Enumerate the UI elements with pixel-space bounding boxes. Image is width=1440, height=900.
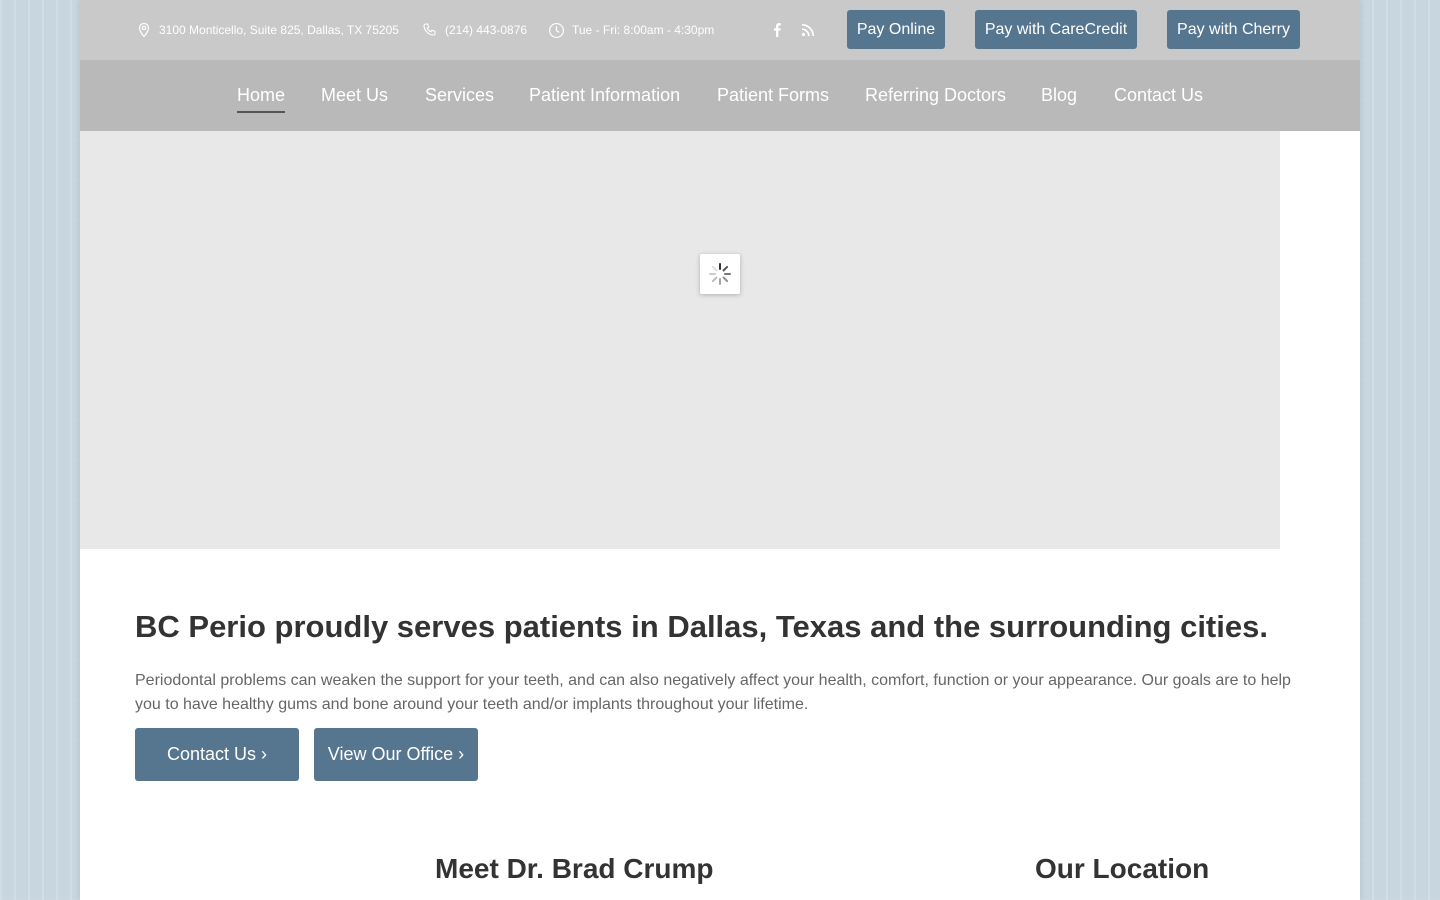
meet-doctor-title: Meet Dr. Brad Crump — [435, 853, 714, 884]
top-bar: 3100 Monticello, Suite 825, Dallas, TX 7… — [80, 0, 1360, 60]
hero-slider — [80, 131, 1280, 549]
map-pin-icon — [138, 22, 150, 38]
nav-item-blog[interactable]: Blog — [1041, 60, 1077, 131]
our-location-title: Our Location — [1035, 853, 1210, 884]
view-office-button[interactable]: View Our Office › — [314, 728, 478, 781]
facebook-link[interactable] — [772, 0, 782, 60]
hours-info: Tue - Fri: 8:00am - 4:30pm — [548, 0, 714, 60]
nav-item-referring-doctors[interactable]: Referring Doctors — [865, 60, 1006, 131]
rss-icon — [801, 23, 815, 37]
spinner-icon — [709, 263, 731, 285]
intro-headline: BC Perio proudly serves patients in Dall… — [135, 607, 1315, 647]
nav-item-patient-information[interactable]: Patient Information — [529, 60, 680, 131]
hours-text: Tue - Fri: 8:00am - 4:30pm — [572, 23, 715, 37]
contact-us-button[interactable]: Contact Us › — [135, 728, 299, 781]
phone-icon — [423, 23, 436, 36]
nav-item-patient-forms[interactable]: Patient Forms — [717, 60, 829, 131]
clock-icon — [549, 22, 564, 38]
main-nav: Home Meet Us Services Patient Informatio… — [80, 60, 1360, 131]
pay-online-button[interactable]: Pay Online — [847, 10, 945, 49]
page-container: 3100 Monticello, Suite 825, Dallas, TX 7… — [80, 0, 1360, 900]
address-text: 3100 Monticello, Suite 825, Dallas, TX 7… — [159, 23, 399, 37]
hero-edge — [1280, 131, 1360, 549]
nav-item-meet-us[interactable]: Meet Us — [321, 60, 388, 131]
pay-carecredit-button[interactable]: Pay with CareCredit — [975, 10, 1137, 49]
nav-item-home[interactable]: Home — [237, 60, 286, 131]
nav-item-services[interactable]: Services — [425, 60, 494, 131]
nav-item-contact-us[interactable]: Contact Us — [1114, 60, 1203, 131]
pay-cherry-button[interactable]: Pay with Cherry — [1167, 10, 1300, 49]
intro-paragraph: Periodontal problems can weaken the supp… — [135, 672, 1291, 713]
brand-name: BC Perio — [135, 609, 266, 644]
loading-indicator — [700, 254, 740, 294]
headline-text: proudly serves patients in Dallas, Texas… — [265, 609, 1268, 644]
phone-info[interactable]: (214) 443-0876 — [422, 0, 527, 60]
facebook-icon — [774, 23, 781, 37]
rss-link[interactable] — [801, 0, 815, 60]
phone-text: (214) 443-0876 — [445, 23, 528, 37]
address-info[interactable]: 3100 Monticello, Suite 825, Dallas, TX 7… — [136, 0, 399, 60]
